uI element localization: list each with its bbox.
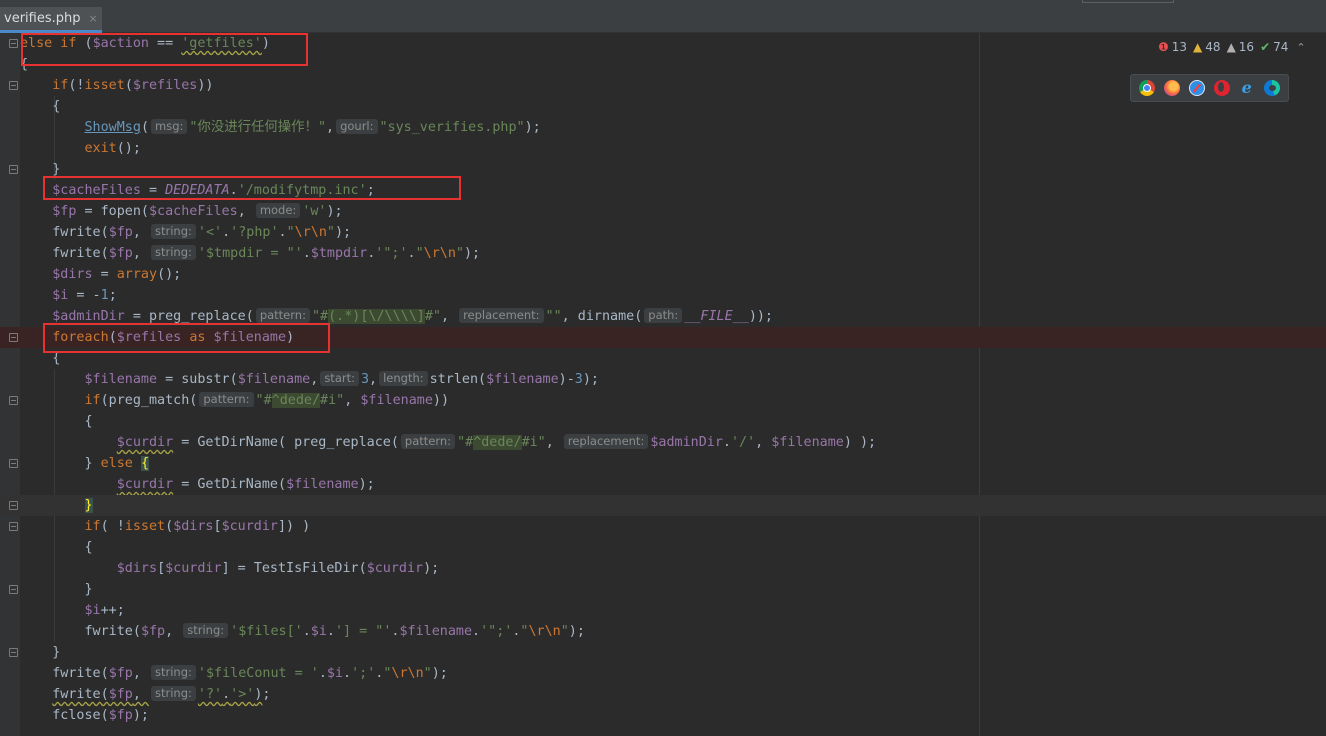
code-line[interactable]: } else { (0, 453, 1326, 474)
fold-icon[interactable] (9, 396, 18, 405)
fold-icon[interactable] (9, 81, 18, 90)
warning-icon: ▲ (1193, 40, 1203, 54)
highlight-box-action-check (21, 33, 308, 66)
code-line[interactable]: } (0, 579, 1326, 600)
file-tab-label: verifies.php (4, 11, 81, 26)
code-line[interactable]: $dirs = array(); (0, 264, 1326, 285)
fold-icon[interactable] (9, 522, 18, 531)
code-line[interactable]: $filename = substr($filename, start: 3, len… (0, 369, 1326, 390)
fold-icon[interactable] (9, 459, 18, 468)
code-line[interactable]: fwrite($fp, string: '$files['.$i.'] = "'.… (0, 621, 1326, 642)
close-icon[interactable]: × (88, 12, 97, 25)
code-editor[interactable]: else if ($action == 'getfiles') { if(!is… (0, 33, 1326, 736)
fold-icon[interactable] (9, 648, 18, 657)
code-line[interactable]: $dirs[$curdir] = TestIsFileDir($curdir); (0, 558, 1326, 579)
code-line[interactable]: if(preg_match(pattern: "#^dede/#i", $file… (0, 390, 1326, 411)
code-line[interactable]: { (0, 96, 1326, 117)
code-line[interactable]: { (0, 537, 1326, 558)
weak-warning-count[interactable]: ▲ 16 (1227, 40, 1255, 54)
code-line-current[interactable]: } (0, 495, 1326, 516)
fold-icon[interactable] (9, 333, 18, 342)
code-line[interactable]: $i++; (0, 600, 1326, 621)
fold-icon[interactable] (9, 501, 18, 510)
code-line[interactable]: if(!isset($refiles)) (0, 75, 1326, 96)
safari-icon[interactable] (1189, 80, 1206, 96)
code-line[interactable]: fwrite($fp, string: '<'.'?php'."\r\n"); (0, 222, 1326, 243)
fold-icon[interactable] (9, 165, 18, 174)
file-tab[interactable]: verifies.php × (0, 7, 102, 33)
weak-warning-icon: ▲ (1226, 40, 1236, 54)
chevron-up-icon[interactable]: ⌃ (1296, 41, 1305, 54)
fold-icon[interactable] (9, 39, 18, 48)
warning-count[interactable]: ▲ 48 (1193, 40, 1221, 54)
code-line[interactable]: fclose($fp); (0, 705, 1326, 726)
code-line[interactable]: { (0, 411, 1326, 432)
firefox-icon[interactable] (1164, 80, 1181, 96)
code-line[interactable]: fwrite($fp, string: '$fileConut = '.$i.';… (0, 663, 1326, 684)
highlight-box-foreach (43, 323, 330, 353)
code-line[interactable]: } (0, 642, 1326, 663)
code-line[interactable]: $curdir = GetDirName( preg_replace(patte… (0, 432, 1326, 453)
check-icon: ✔ (1260, 40, 1271, 54)
fold-icon[interactable] (9, 585, 18, 594)
browser-preview-toolbar: e (1130, 74, 1289, 102)
code-line[interactable]: $i = -1; (0, 285, 1326, 306)
chrome-icon[interactable] (1139, 80, 1156, 96)
inspection-widget[interactable]: ❶ 13 ▲ 48 ▲ 16 ✔ 74 ⌃ (1158, 38, 1306, 56)
edge-icon[interactable] (1263, 80, 1280, 96)
error-count[interactable]: ❶ 13 (1158, 40, 1187, 54)
error-icon: ❶ (1158, 40, 1169, 54)
opera-icon[interactable] (1213, 80, 1230, 96)
typo-count[interactable]: ✔ 74 (1260, 40, 1288, 54)
code-line[interactable]: fwrite($fp, string: '$tmpdir = "'.$tmpdir… (0, 243, 1326, 264)
code-line[interactable]: fwrite($fp, string: '?'.'>'); (0, 684, 1326, 705)
code-line[interactable]: ShowMsg(msg: "你没进行任何操作！", gourl: "sys_verif… (0, 117, 1326, 138)
editor-tab-bar: verifies.php × (0, 0, 1326, 33)
code-line[interactable]: if( !isset($dirs[$curdir]) ) (0, 516, 1326, 537)
highlight-box-cache-files (43, 176, 461, 200)
internet-explorer-icon[interactable]: e (1239, 80, 1255, 96)
code-line[interactable]: exit(); (0, 138, 1326, 159)
code-line[interactable]: $fp = fopen($cacheFiles, mode:'w'); (0, 201, 1326, 222)
code-line[interactable]: $curdir = GetDirName($filename); (0, 474, 1326, 495)
toolbar-edge (1082, 0, 1174, 3)
